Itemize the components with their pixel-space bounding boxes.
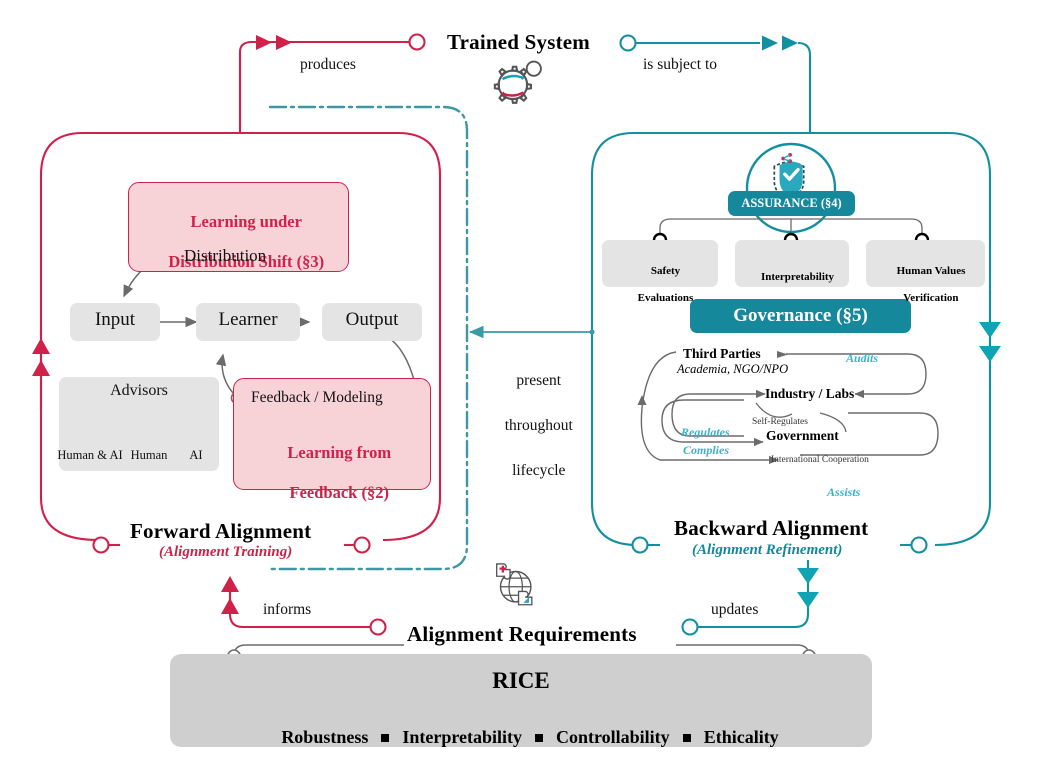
governance-node-industry-labs[interactable]: Industry / Labs bbox=[765, 386, 854, 401]
node-output-label: Output bbox=[345, 309, 399, 330]
governance-edge-label-complies: Complies bbox=[683, 443, 730, 457]
bullet-square-2 bbox=[535, 733, 543, 742]
governance-edge-label-assists: Assists bbox=[827, 485, 861, 499]
feedback-modeling-port-label: Feedback / Modeling bbox=[251, 389, 383, 406]
globe-puzzle-icon bbox=[496, 563, 533, 606]
bullet-square-1 bbox=[381, 733, 390, 742]
rice-item-controllability: Controllability bbox=[556, 727, 670, 748]
learning-from-feedback-line1: Learning from bbox=[287, 443, 392, 463]
safety-line1: Safety bbox=[650, 265, 681, 278]
gears-icon bbox=[493, 60, 542, 104]
produces-label: produces bbox=[300, 56, 356, 73]
backward-alignment-title: Backward Alignment bbox=[674, 516, 869, 540]
rice-title: RICE bbox=[492, 668, 550, 693]
advisors-title: Advisors bbox=[110, 382, 168, 399]
distribution-shift-heading: Learning under Distribution Shift (§3) bbox=[132, 192, 344, 293]
assurance-badge-label: ASSURANCE (§4) bbox=[741, 196, 842, 210]
forward-alignment-title: Forward Alignment bbox=[130, 519, 312, 543]
lifecycle-line3: lifecycle bbox=[512, 462, 566, 480]
advisor-label-human-and-ai: Human & AI bbox=[57, 448, 123, 462]
trained-system-title: Trained System bbox=[447, 30, 590, 54]
informs-label: informs bbox=[263, 601, 312, 618]
governance-edge-label-international-cooperation: International Cooperation bbox=[771, 455, 869, 465]
distribution-port-label: Distribution bbox=[184, 246, 267, 265]
advisor-label-ai: AI bbox=[189, 448, 203, 462]
human-values-line1: Human Values bbox=[896, 265, 966, 278]
forward-alignment-subtitle: (Alignment Training) bbox=[159, 544, 293, 560]
safety-line2: Evaluations bbox=[637, 291, 694, 304]
node-learner-label: Learner bbox=[218, 309, 278, 330]
node-input-label: Input bbox=[94, 309, 136, 330]
advisor-label-human: Human bbox=[130, 448, 168, 462]
learning-from-feedback-line2: Feedback (§2) bbox=[289, 483, 389, 503]
governance-node-third-parties-sub: Academia, NGO/NPO bbox=[677, 362, 789, 376]
governance-edge-label-audits: Audits bbox=[846, 351, 879, 365]
governance-node-government[interactable]: Government bbox=[766, 428, 839, 443]
lifecycle-line1: present bbox=[516, 372, 562, 390]
governance-node-third-parties[interactable]: Third Parties bbox=[683, 346, 761, 361]
alignment-requirements-title: Alignment Requirements bbox=[407, 622, 637, 646]
assurance-child-label-interpretability: Interpretability bbox=[735, 258, 849, 298]
lifecycle-line2: throughout bbox=[504, 417, 573, 435]
rice-item-interpretability: Interpretability bbox=[402, 727, 522, 748]
governance-banner-label: Governance (§5) bbox=[733, 305, 868, 326]
updates-label: updates bbox=[711, 601, 759, 618]
governance-edge-label-self-regulates: Self-Regulates bbox=[752, 417, 808, 427]
backward-alignment-subtitle: (Alignment Refinement) bbox=[692, 542, 843, 558]
rice-items: Robustness Interpretability Controllabilit… bbox=[170, 707, 872, 767]
interpretability-line1: Interpretability bbox=[760, 271, 835, 284]
distribution-shift-line1: Learning under bbox=[190, 212, 302, 232]
learning-from-feedback-heading: Learning from Feedback (§2) bbox=[233, 423, 429, 524]
is-subject-to-label: is subject to bbox=[643, 56, 718, 73]
bullet-square-3 bbox=[682, 733, 691, 742]
rice-item-robustness: Robustness bbox=[281, 727, 369, 748]
diagram-canvas: Trained System produces is subject to Le… bbox=[0, 0, 1040, 749]
rice-item-ethicality: Ethicality bbox=[703, 727, 779, 748]
present-throughout-lifecycle-label: present throughout lifecycle bbox=[470, 348, 592, 505]
governance-edge-label-regulates: Regulates bbox=[681, 425, 730, 439]
human-values-line2: Verification bbox=[903, 291, 959, 304]
